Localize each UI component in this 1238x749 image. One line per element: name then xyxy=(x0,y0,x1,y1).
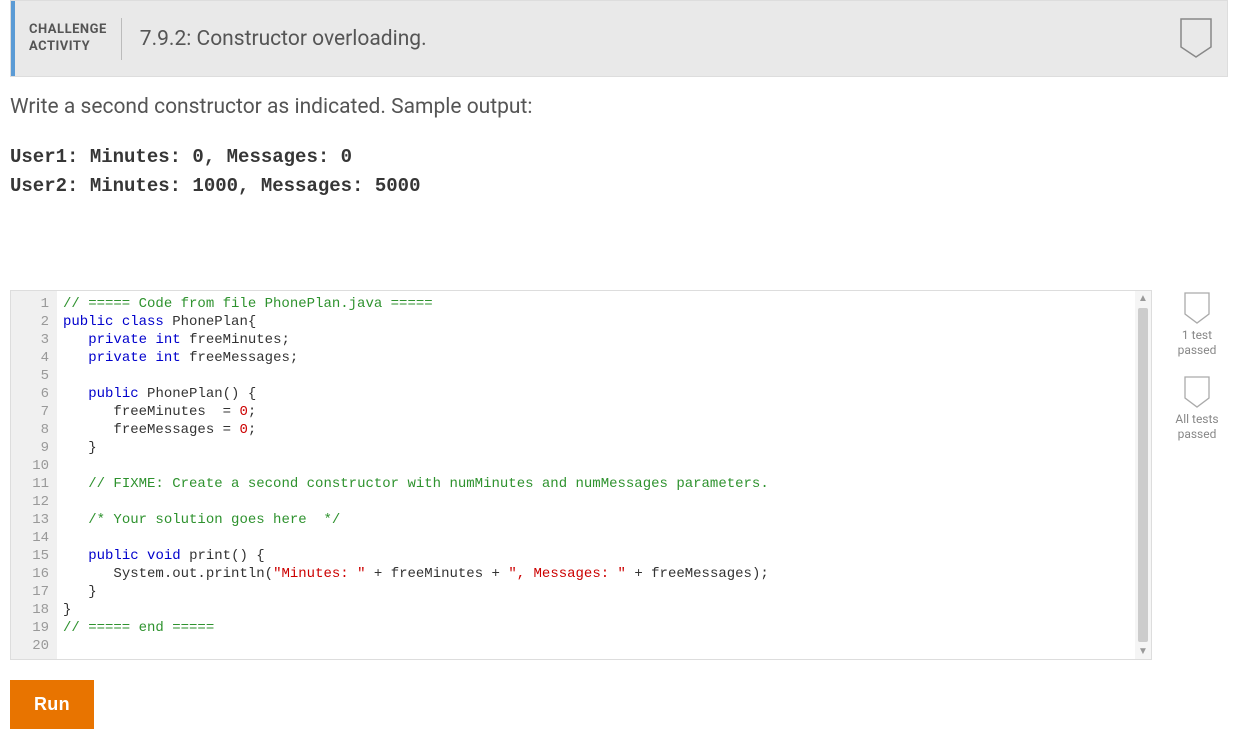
code-line[interactable] xyxy=(63,637,1129,655)
code-line[interactable]: private int freeMessages; xyxy=(63,349,1129,367)
line-number: 14 xyxy=(11,529,49,547)
line-number-gutter: 1234567891011121314151617181920 xyxy=(11,291,57,659)
line-number: 5 xyxy=(11,367,49,385)
test-status-1-text: 1 test passed xyxy=(1178,328,1217,358)
line-number: 11 xyxy=(11,475,49,493)
instructions: Write a second constructor as indicated.… xyxy=(10,77,1228,290)
activity-title: 7.9.2: Constructor overloading. xyxy=(122,27,427,51)
line-number: 8 xyxy=(11,421,49,439)
code-line[interactable]: /* Your solution goes here */ xyxy=(63,511,1129,529)
code-line[interactable]: freeMinutes = 0; xyxy=(63,403,1129,421)
shield-icon xyxy=(1184,292,1210,324)
line-number: 16 xyxy=(11,565,49,583)
challenge-badge-line1: CHALLENGE xyxy=(29,22,107,39)
test-status-2: All tests passed xyxy=(1175,376,1218,442)
line-number: 20 xyxy=(11,637,49,655)
code-area[interactable]: // ===== Code from file PhonePlan.java =… xyxy=(57,291,1135,659)
line-number: 6 xyxy=(11,385,49,403)
code-line[interactable]: public class PhonePlan{ xyxy=(63,313,1129,331)
test-status-column: 1 test passed All tests passed xyxy=(1166,290,1228,660)
code-line[interactable]: public void print() { xyxy=(63,547,1129,565)
code-line[interactable]: private int freeMinutes; xyxy=(63,331,1129,349)
line-number: 1 xyxy=(11,295,49,313)
line-number: 4 xyxy=(11,349,49,367)
code-line[interactable]: System.out.println("Minutes: " + freeMin… xyxy=(63,565,1129,583)
code-line[interactable] xyxy=(63,367,1129,385)
scroll-down-icon[interactable]: ▼ xyxy=(1138,646,1148,657)
line-number: 3 xyxy=(11,331,49,349)
code-line[interactable]: // FIXME: Create a second constructor wi… xyxy=(63,475,1129,493)
line-number: 10 xyxy=(11,457,49,475)
code-line[interactable]: } xyxy=(63,583,1129,601)
code-line[interactable] xyxy=(63,457,1129,475)
bookmark-icon[interactable] xyxy=(1179,17,1213,63)
shield-icon xyxy=(1184,376,1210,408)
run-button[interactable]: Run xyxy=(10,680,94,729)
line-number: 18 xyxy=(11,601,49,619)
code-line[interactable]: freeMessages = 0; xyxy=(63,421,1129,439)
code-line[interactable]: // ===== Code from file PhonePlan.java =… xyxy=(63,295,1129,313)
line-number: 7 xyxy=(11,403,49,421)
scroll-up-icon[interactable]: ▲ xyxy=(1138,293,1148,304)
line-number: 13 xyxy=(11,511,49,529)
line-number: 15 xyxy=(11,547,49,565)
line-number: 2 xyxy=(11,313,49,331)
challenge-badge-line2: ACTIVITY xyxy=(29,39,107,56)
line-number: 19 xyxy=(11,619,49,637)
test-status-2-text: All tests passed xyxy=(1175,412,1218,442)
code-line[interactable] xyxy=(63,493,1129,511)
scrollbar-thumb[interactable] xyxy=(1138,308,1148,642)
code-line[interactable] xyxy=(63,529,1129,547)
sample-output: User1: Minutes: 0, Messages: 0 User2: Mi… xyxy=(10,143,1228,202)
line-number: 9 xyxy=(11,439,49,457)
activity-header: CHALLENGE ACTIVITY 7.9.2: Constructor ov… xyxy=(10,0,1228,77)
line-number: 17 xyxy=(11,583,49,601)
test-status-1: 1 test passed xyxy=(1178,292,1217,358)
editor-scrollbar[interactable]: ▲ ▼ xyxy=(1135,291,1151,659)
line-number: 12 xyxy=(11,493,49,511)
instruction-text: Write a second constructor as indicated.… xyxy=(10,95,1228,119)
code-editor[interactable]: 1234567891011121314151617181920 // =====… xyxy=(10,290,1152,660)
code-line[interactable]: // ===== end ===== xyxy=(63,619,1129,637)
code-line[interactable]: } xyxy=(63,601,1129,619)
code-line[interactable]: } xyxy=(63,439,1129,457)
code-line[interactable]: public PhonePlan() { xyxy=(63,385,1129,403)
challenge-badge: CHALLENGE ACTIVITY xyxy=(15,22,121,56)
